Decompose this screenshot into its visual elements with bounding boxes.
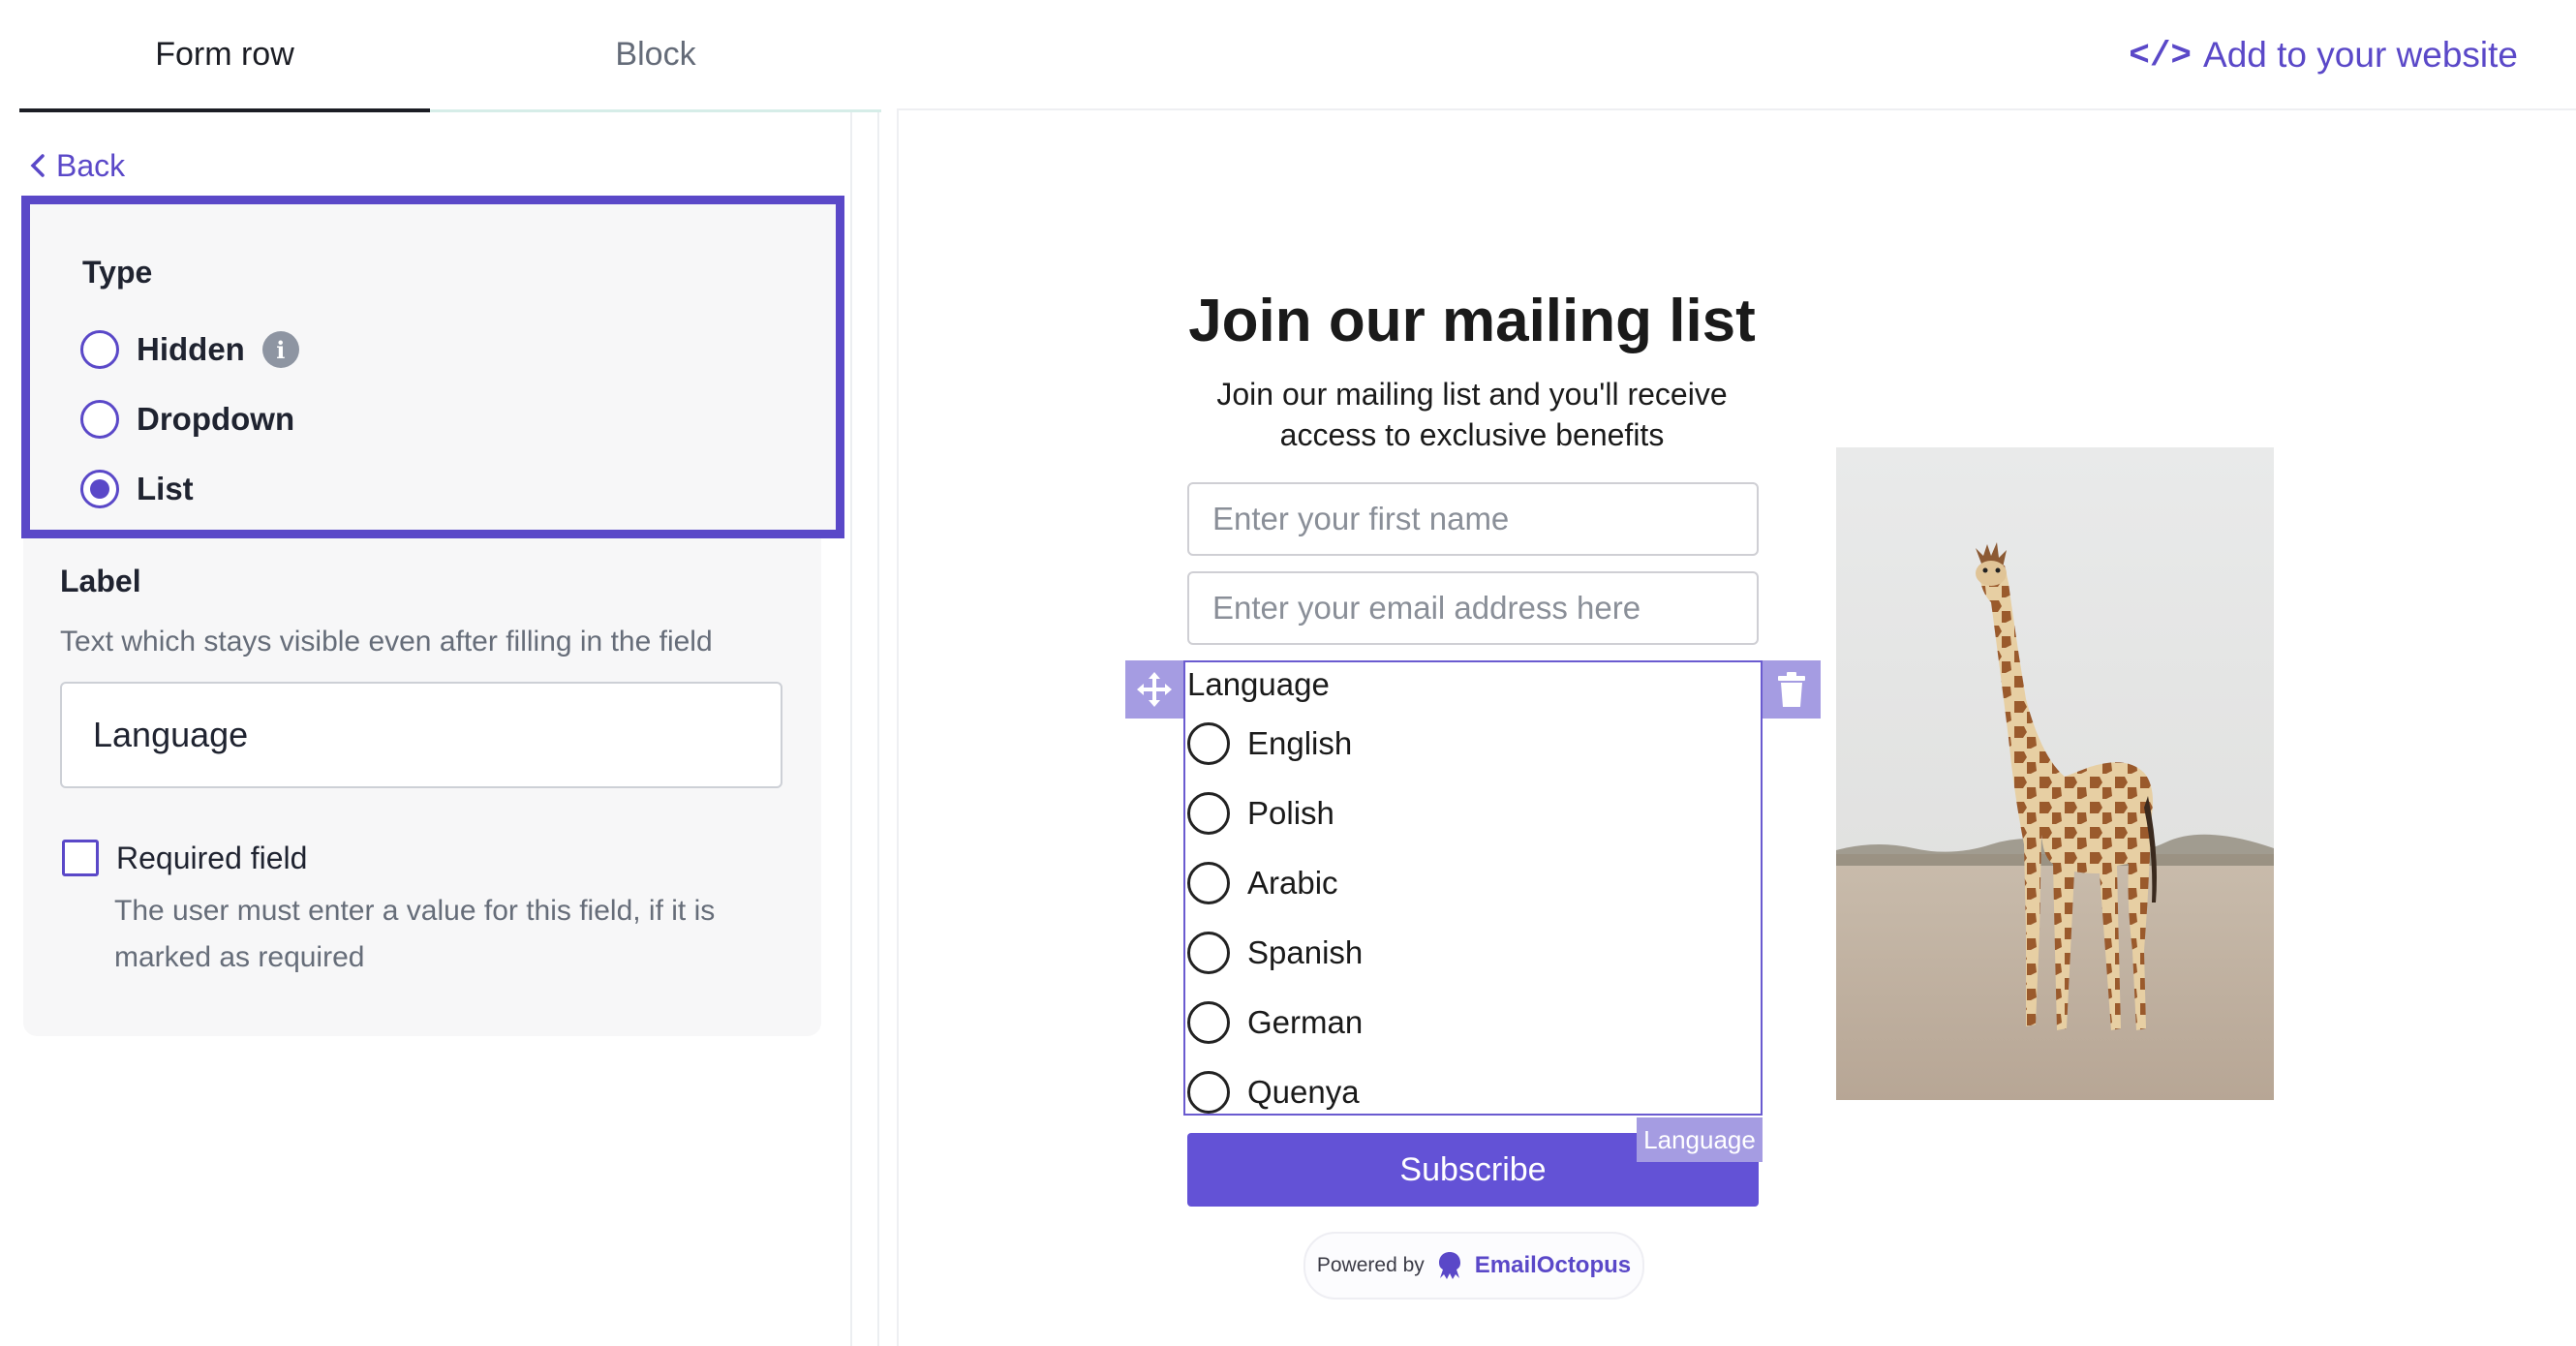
form-subtitle-line1: Join our mailing list and you'll receive <box>1216 377 1728 412</box>
radio-dropdown[interactable]: Dropdown <box>80 400 294 439</box>
list-option-quenya[interactable]: Quenya <box>1187 1071 1360 1114</box>
first-name-field[interactable]: Enter your first name <box>1187 482 1759 556</box>
label-helper-text: Text which stays visible even after fill… <box>60 626 713 658</box>
list-option-arabic[interactable]: Arabic <box>1187 862 1338 904</box>
move-arrows-icon <box>1137 672 1172 707</box>
block-name-tag: Language <box>1637 1117 1763 1162</box>
required-helper-line2: marked as required <box>114 941 365 973</box>
back-label: Back <box>56 147 126 183</box>
giraffe-image <box>1836 447 2274 1100</box>
option-radio[interactable] <box>1187 792 1230 835</box>
radio-hidden-label: Hidden <box>137 331 245 367</box>
option-label: Spanish <box>1247 934 1364 970</box>
add-to-website-link[interactable]: </> Add to your website <box>2129 35 2518 76</box>
option-label: German <box>1247 1004 1364 1040</box>
tab-form-row[interactable]: Form row <box>19 0 430 112</box>
panel-divider <box>850 112 879 1346</box>
chevron-left-icon <box>30 154 45 177</box>
radio-list[interactable]: List <box>80 470 194 508</box>
list-option-spanish[interactable]: Spanish <box>1187 932 1363 974</box>
move-handle-icon[interactable] <box>1125 660 1183 719</box>
editor-tabs: Form row Block <box>19 0 881 112</box>
powered-by-brand: EmailOctopus <box>1474 1252 1632 1278</box>
list-option-german[interactable]: German <box>1187 1001 1363 1044</box>
language-list-block[interactable]: Language English Polish Arabic Spanish G… <box>1183 660 1763 1116</box>
powered-by-badge[interactable]: Powered by EmailOctopus <box>1303 1232 1644 1300</box>
list-option-polish[interactable]: Polish <box>1187 792 1334 835</box>
email-field[interactable]: Enter your email address here <box>1187 571 1759 645</box>
list-block-label: Language <box>1187 666 1330 702</box>
form-subtitle-line2: access to exclusive benefits <box>1279 417 1665 452</box>
option-radio[interactable] <box>1187 1001 1230 1044</box>
option-radio[interactable] <box>1187 722 1230 765</box>
back-link[interactable]: Back <box>29 143 125 188</box>
option-label: Arabic <box>1247 865 1338 901</box>
list-option-english[interactable]: English <box>1187 722 1352 765</box>
octopus-logo-icon <box>1438 1252 1460 1279</box>
giraffe-photo <box>1836 447 2274 1100</box>
required-label[interactable]: Required field <box>116 841 307 876</box>
required-helper-line1: The user must enter a value for this fie… <box>114 895 716 927</box>
powered-by-text: Powered by <box>1316 1254 1425 1276</box>
option-radio[interactable] <box>1187 862 1230 904</box>
type-section: Type Hidden i Dropdown List <box>21 196 844 538</box>
option-label: Quenya <box>1247 1074 1360 1110</box>
add-to-website-label: Add to your website <box>2203 35 2518 75</box>
radio-dropdown-label: Dropdown <box>137 401 295 437</box>
option-radio[interactable] <box>1187 1071 1230 1114</box>
code-icon: </> <box>2129 35 2193 76</box>
radio-dropdown-circle[interactable] <box>80 400 119 439</box>
form-title: Join our mailing list <box>1188 288 1756 354</box>
delete-block-button[interactable] <box>1763 660 1821 719</box>
form-subtitle: Join our mailing list and you'll receive… <box>1133 374 1811 455</box>
radio-list-label: List <box>137 471 194 506</box>
tab-block[interactable]: Block <box>430 0 881 112</box>
option-label: English <box>1247 725 1353 761</box>
label-input[interactable]: Language <box>60 682 782 788</box>
type-title: Type <box>82 255 153 290</box>
required-checkbox[interactable] <box>62 840 99 876</box>
radio-hidden-circle[interactable] <box>80 330 119 369</box>
radio-hidden[interactable]: Hidden i <box>80 330 299 369</box>
radio-list-circle[interactable] <box>80 470 119 508</box>
trash-icon <box>1778 672 1805 707</box>
label-title: Label <box>60 564 141 598</box>
option-radio[interactable] <box>1187 932 1230 974</box>
option-label: Polish <box>1247 795 1334 831</box>
info-icon[interactable]: i <box>261 331 299 368</box>
required-checkbox-box[interactable] <box>62 840 99 876</box>
